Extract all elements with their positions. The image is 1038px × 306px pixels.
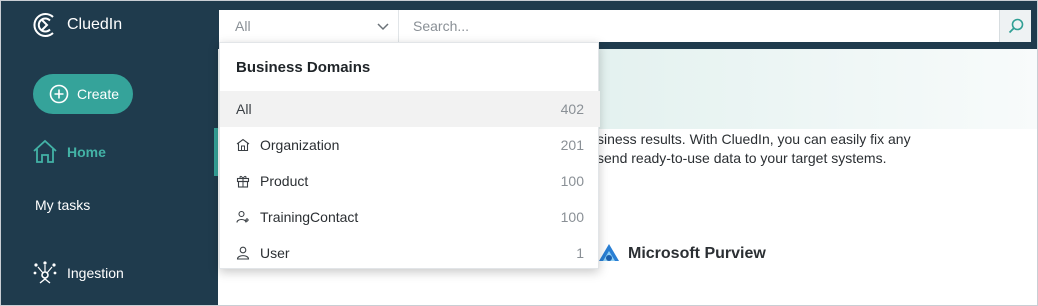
dropdown-option-user[interactable]: User 1 <box>220 235 600 271</box>
create-button-label: Create <box>77 86 120 102</box>
dropdown-option-organization[interactable]: Organization 201 <box>220 127 600 163</box>
dropdown-option-count: 100 <box>560 173 584 189</box>
sidebar-item-ingestion[interactable]: Ingestion <box>1 249 218 297</box>
dropdown-option-label: Product <box>260 173 309 189</box>
dropdown-title: Business Domains <box>236 59 371 76</box>
user-icon <box>236 246 250 260</box>
create-button[interactable]: Create <box>33 74 133 114</box>
ingestion-icon <box>33 261 57 284</box>
dropdown-option-count: 402 <box>560 101 584 117</box>
dropdown-option-count: 201 <box>560 137 584 153</box>
dropdown-option-label: Organization <box>260 137 340 153</box>
sidebar-item-label: My tasks <box>35 197 91 213</box>
sidebar-item-home[interactable]: Home <box>1 128 218 176</box>
home-icon <box>33 139 57 163</box>
building-icon <box>236 138 250 152</box>
dropdown-option-label: TrainingContact <box>260 209 359 225</box>
sidebar: Create Home My tasks Ingestion <box>1 49 218 305</box>
dropdown-option-all[interactable]: All 402 <box>220 91 600 127</box>
search-button[interactable] <box>999 10 1031 42</box>
gift-icon <box>236 175 250 188</box>
dropdown-option-count: 1 <box>576 245 584 261</box>
dropdown-option-product[interactable]: Product 100 <box>220 163 600 199</box>
microsoft-purview-logo-icon <box>599 244 619 261</box>
app-window: CluedIn All Create <box>0 0 1038 306</box>
plus-circle-icon <box>49 84 69 104</box>
chevron-down-icon <box>377 23 389 31</box>
user-plus-icon <box>236 210 249 223</box>
brand-name: CluedIn <box>67 16 123 33</box>
dropdown-option-label: All <box>236 101 252 117</box>
sidebar-item-label: Ingestion <box>67 265 124 281</box>
cluedin-logo-icon <box>33 13 54 37</box>
partner-microsoft-purview[interactable]: Microsoft Purview <box>598 243 766 265</box>
search-icon <box>1008 18 1023 34</box>
dropdown-option-trainingcontact[interactable]: TrainingContact 100 <box>220 199 600 235</box>
search-box <box>399 10 999 42</box>
dropdown-option-label: User <box>260 245 290 261</box>
search-input[interactable] <box>413 18 973 34</box>
search-scope-select[interactable]: All <box>219 10 399 42</box>
sidebar-item-my-tasks[interactable]: My tasks <box>1 181 218 229</box>
business-domains-dropdown: Business Domains All 402 Organization 20… <box>219 42 600 271</box>
search-scope-value: All <box>235 18 251 34</box>
dropdown-option-count: 100 <box>560 209 584 225</box>
partner-name: Microsoft Purview <box>628 245 766 262</box>
brand[interactable]: CluedIn <box>31 10 122 40</box>
sidebar-item-label: Home <box>67 144 106 160</box>
